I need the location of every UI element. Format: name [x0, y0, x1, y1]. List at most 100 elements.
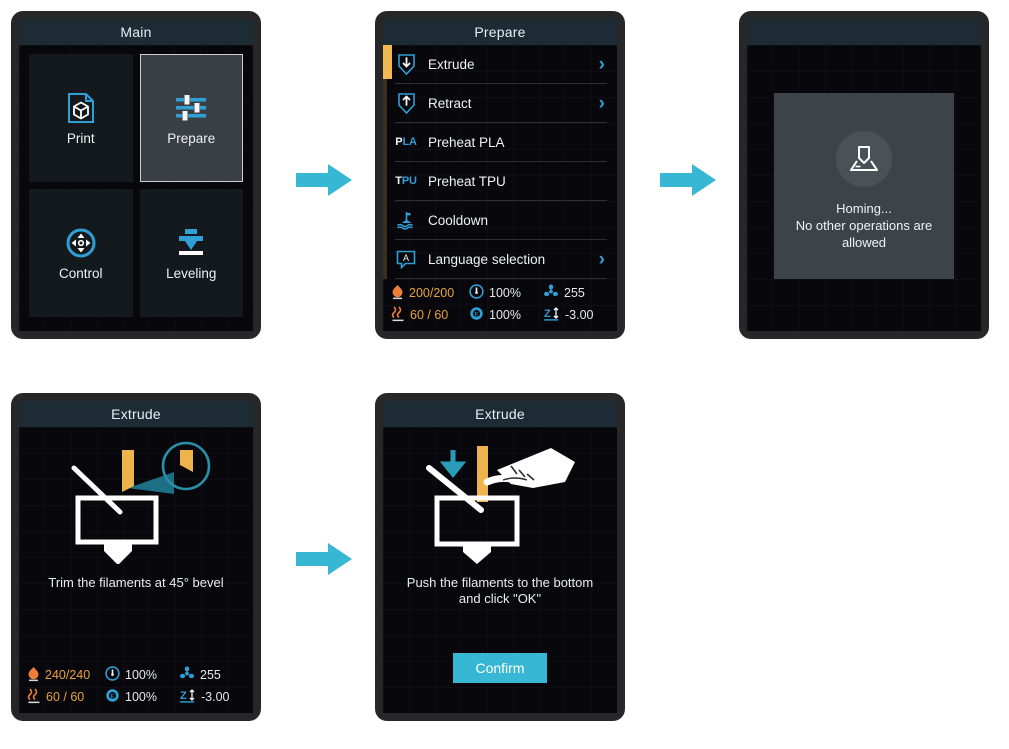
status-bar: 240/240 100% 255 60 / 60 E 100% Z -3.00 — [19, 661, 253, 713]
status-z-offset[interactable]: Z -3.00 — [179, 688, 247, 707]
page-title: Prepare — [383, 19, 617, 45]
svg-text:E: E — [110, 694, 114, 700]
tile-leveling[interactable]: Leveling — [139, 189, 243, 317]
prepare-body: Extrude › Retract › P LA Preheat PLA T P… — [383, 45, 617, 331]
status-flow[interactable]: E 100% — [105, 688, 173, 706]
flow-gear-icon: E — [469, 306, 484, 324]
bed-temp-value: 60 / 60 — [410, 308, 449, 322]
menu-item-cooldown[interactable]: Cooldown — [395, 201, 607, 240]
tile-label-prepare: Prepare — [167, 130, 216, 146]
status-fan[interactable]: 255 — [543, 284, 611, 302]
flow-gear-icon: E — [105, 688, 120, 706]
menu-label: Extrude — [428, 56, 475, 72]
confirm-button[interactable]: Confirm — [453, 653, 547, 683]
svg-text:A: A — [403, 253, 409, 263]
screenshot-stage: Main Print Prepare Control Leveling Prep… — [0, 0, 1009, 749]
main-menu-grid: Print Prepare Control Leveling — [19, 45, 253, 331]
screen-prepare: Prepare Extrude › Retract › P LA Preheat… — [383, 19, 617, 331]
homing-body: Homing... No other operations are allowe… — [747, 45, 981, 331]
dpad-circle-icon — [65, 226, 97, 260]
arrow-main-to-prepare — [296, 164, 352, 201]
device-extrude-push: Extrude Push the filaments to the bottom… — [375, 393, 625, 721]
arrow-prepare-to-homing — [660, 164, 716, 201]
nozzle-temp-icon — [391, 284, 404, 303]
nozzle-down-bed-icon — [174, 226, 208, 260]
status-speed[interactable]: 100% — [105, 666, 173, 684]
extrude-push-caption: Push the filaments to the bottom and cli… — [406, 575, 594, 607]
bed-temp-icon — [27, 687, 41, 707]
status-speed[interactable]: 100% — [469, 284, 537, 302]
nozzle-temp-icon — [27, 666, 40, 685]
scrollbar-track[interactable] — [383, 45, 387, 279]
page-title: Extrude — [19, 401, 253, 427]
menu-label: Preheat TPU — [428, 173, 506, 189]
menu-label: Cooldown — [428, 212, 489, 228]
flow-value: 100% — [489, 308, 521, 322]
extrude-arrow-down-icon — [395, 53, 417, 75]
menu-item-retract[interactable]: Retract › — [395, 84, 607, 123]
menu-item-preheat-pla[interactable]: P LA Preheat PLA — [395, 123, 607, 162]
scrollbar-thumb[interactable] — [383, 45, 392, 79]
status-bar: 200/200 100% 255 60 / 60 E 100% Z -3.00 — [383, 279, 617, 331]
tile-prepare[interactable]: Prepare — [139, 54, 243, 182]
speed-value: 100% — [125, 668, 157, 682]
retract-arrow-up-icon — [395, 92, 417, 114]
tile-control[interactable]: Control — [29, 189, 133, 317]
tile-label-print: Print — [66, 130, 95, 146]
bed-temp-icon — [391, 305, 405, 325]
menu-label: Retract — [428, 95, 472, 111]
status-bed-temp[interactable]: 60 / 60 — [391, 305, 463, 325]
print-file-cube-icon — [66, 91, 96, 125]
cooldown-icon — [395, 210, 417, 230]
tpu-badge: T PU — [395, 175, 417, 187]
device-prepare-menu: Prepare Extrude › Retract › P LA Preheat… — [375, 11, 625, 339]
status-z-offset[interactable]: Z -3.00 — [543, 306, 611, 325]
nozzle-temp-value: 240/240 — [45, 668, 91, 682]
status-nozzle-temp[interactable]: 200/200 — [391, 284, 463, 303]
screen-extrude-push: Extrude Push the filaments to the bottom… — [383, 401, 617, 713]
chevron-right-icon: › — [598, 92, 605, 114]
chevron-right-icon: › — [598, 53, 605, 75]
z-offset-icon: Z — [543, 306, 560, 325]
page-title — [747, 19, 981, 45]
menu-label: Language selection — [428, 251, 546, 267]
status-fan[interactable]: 255 — [179, 666, 247, 684]
nozzle-temp-value: 200/200 — [409, 286, 455, 300]
tile-print[interactable]: Print — [29, 54, 133, 182]
sliders-icon — [175, 91, 207, 125]
screen-main: Main Print Prepare Control Leveling — [19, 19, 253, 331]
menu-item-extrude[interactable]: Extrude › — [395, 45, 607, 84]
screen-homing: Homing... No other operations are allowe… — [747, 19, 981, 331]
speed-gauge-icon — [105, 666, 120, 684]
menu-item-preheat-tpu[interactable]: T PU Preheat TPU — [395, 162, 607, 201]
pla-badge: P LA — [395, 136, 417, 148]
extrude-push-body: Push the filaments to the bottom and cli… — [383, 427, 617, 713]
device-main-menu: Main Print Prepare Control Leveling — [11, 11, 261, 339]
tpu-badge-right: PU — [401, 175, 417, 187]
status-nozzle-temp[interactable]: 240/240 — [27, 666, 99, 685]
fan-icon — [179, 666, 195, 684]
filament-bevel-cut-illustration — [56, 435, 216, 565]
status-bed-temp[interactable]: 60 / 60 — [27, 687, 99, 707]
homing-card: Homing... No other operations are allowe… — [774, 93, 954, 279]
hand-push-filament-illustration — [415, 435, 585, 565]
pla-badge-left: P — [395, 136, 403, 148]
prepare-list: Extrude › Retract › P LA Preheat PLA T P… — [383, 45, 617, 279]
main-body: Print Prepare Control Leveling — [19, 45, 253, 331]
device-extrude-trim: Extrude Trim the filaments at 45° bevel … — [11, 393, 261, 721]
status-flow[interactable]: E 100% — [469, 306, 537, 324]
z-offset-icon: Z — [179, 688, 196, 707]
tile-label-control: Control — [58, 265, 103, 281]
svg-text:Z: Z — [544, 308, 551, 320]
svg-text:E: E — [474, 312, 478, 318]
extrude-trim-illustration-area: Trim the filaments at 45° bevel — [19, 427, 253, 661]
menu-item-language-selection[interactable]: A Language selection › — [395, 240, 607, 279]
bed-temp-value: 60 / 60 — [46, 690, 85, 704]
device-homing: Homing... No other operations are allowe… — [739, 11, 989, 339]
language-a-icon: A — [395, 250, 417, 269]
homing-nozzle-icon — [836, 131, 892, 187]
page-title: Main — [19, 19, 253, 45]
fan-value: 255 — [564, 286, 585, 300]
fan-icon — [543, 284, 559, 302]
page-title: Extrude — [383, 401, 617, 427]
